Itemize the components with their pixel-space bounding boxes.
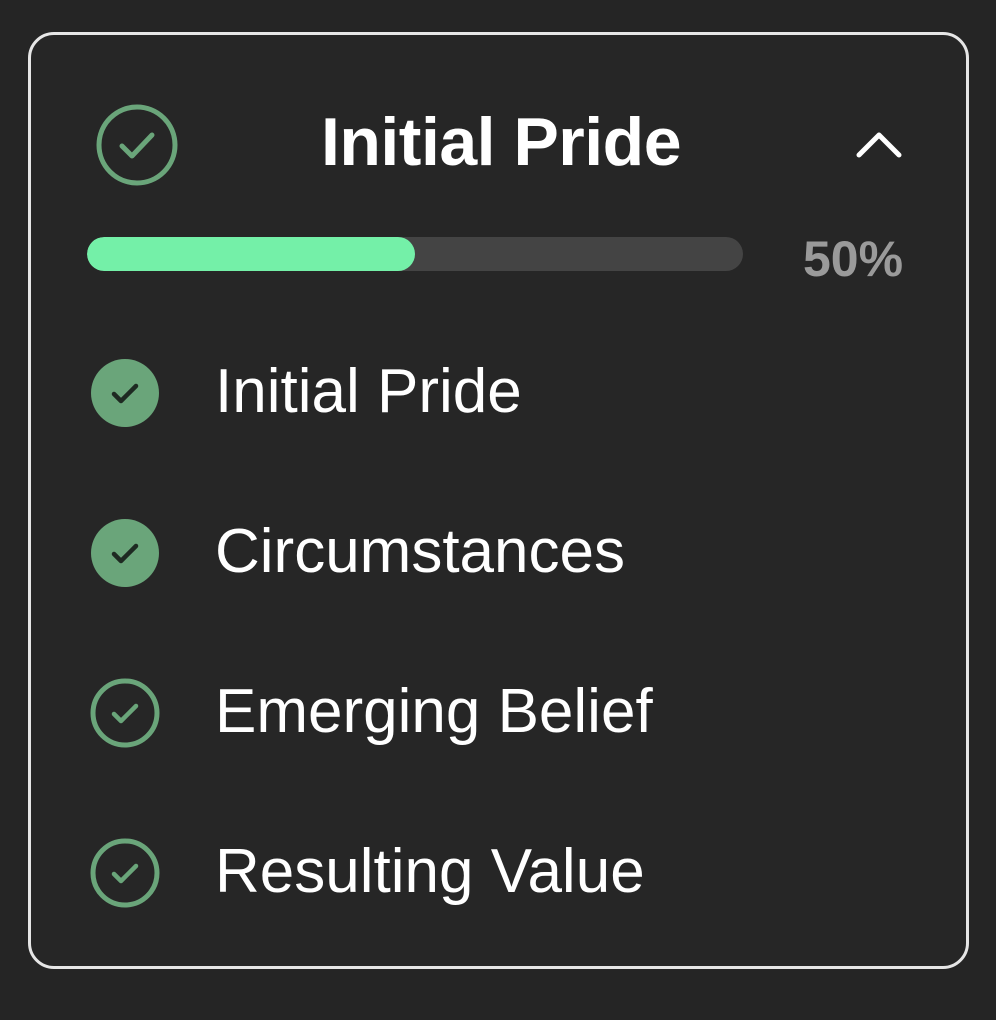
chevron-up-icon [849, 132, 909, 171]
step-item-initial-pride[interactable]: Initial Pride [89, 347, 929, 437]
step-item-emerging-belief[interactable]: Emerging Belief [89, 667, 929, 757]
step-item-resulting-value[interactable]: Resulting Value [89, 827, 929, 917]
circle-check-filled-icon [89, 357, 161, 429]
circle-check-outline-icon [89, 837, 161, 909]
progress-percent: 50% [802, 231, 904, 287]
circle-check-outline-icon [89, 677, 161, 749]
step-label: Emerging Belief [215, 677, 653, 746]
step-label: Resulting Value [215, 837, 645, 906]
progress-card: Initial Pride 50% Initial Pride Circumst… [28, 32, 969, 969]
step-item-circumstances[interactable]: Circumstances [89, 507, 929, 597]
step-label: Circumstances [215, 517, 625, 586]
circle-check-filled-icon [89, 517, 161, 589]
section-title: Initial Pride [320, 104, 682, 180]
collapse-button[interactable] [849, 123, 909, 167]
progress-bar-fill [87, 237, 415, 271]
step-label: Initial Pride [215, 357, 522, 426]
circle-check-outline-icon [95, 103, 179, 187]
progress-bar [87, 237, 743, 271]
